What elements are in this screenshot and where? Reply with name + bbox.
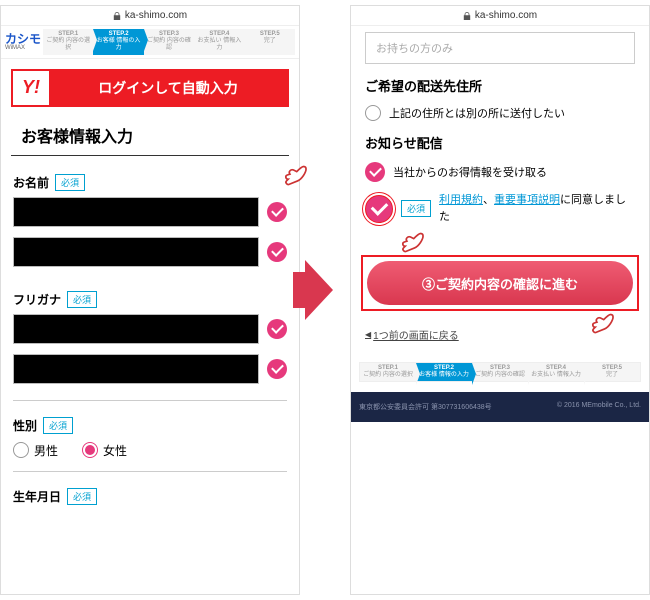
step-1: STEP.1ご契約 内容の選択: [360, 363, 416, 381]
check-icon: [267, 202, 287, 222]
step-5: STEP.5完了: [245, 29, 295, 55]
right-pane: ka-shimo.com お持ちの方のみ ご希望の配送先住所 上記の住所とは別の…: [350, 5, 650, 595]
footer-stepper: STEP.1ご契約 内容の選択 STEP.2お客様 情報の入力 STEP.3ご契…: [359, 362, 641, 382]
required-badge: 必須: [43, 417, 73, 434]
firstname-kana-input[interactable]: [13, 354, 259, 384]
arrow-icon: [305, 260, 333, 320]
brand-logo: カシモ WiMAX: [5, 33, 41, 51]
step-4: STEP.4お支払い 情報入力: [528, 363, 584, 381]
footer-license: 東京都公安委員会許可 第307731606438号: [359, 402, 492, 412]
check-icon: [267, 242, 287, 262]
gender-label: 性別必須: [13, 417, 287, 434]
left-pane: ka-shimo.com カシモ WiMAX STEP.1ご契約 内容の選択 S…: [0, 5, 300, 595]
dob-label: 生年月日必須: [13, 488, 287, 505]
divider: [13, 400, 287, 401]
yahoo-login-label: ログインして自動入力: [49, 71, 287, 105]
required-badge: 必須: [55, 174, 85, 191]
lastname-input[interactable]: [13, 197, 259, 227]
page-title: お客様情報入力: [11, 117, 289, 156]
footer-copyright: © 2016 MEmobile Co., Ltd.: [557, 402, 641, 412]
lock-icon: [113, 12, 121, 20]
check-icon: [267, 359, 287, 379]
pointer-hand-icon: [585, 306, 619, 340]
gender-male-radio[interactable]: 男性: [13, 442, 58, 459]
important-link[interactable]: 重要事項説明: [494, 194, 560, 206]
step-3: STEP.3ご契約 内容の確認: [472, 363, 528, 381]
required-badge: 必須: [67, 291, 97, 308]
furigana-label: フリガナ必須: [13, 291, 287, 308]
lock-icon: [463, 12, 471, 20]
url-bar: ka-shimo.com: [1, 6, 299, 26]
url-text: ka-shimo.com: [475, 10, 537, 21]
cta-wrapper: ③ご契約内容の確認に進む: [361, 255, 639, 311]
required-badge: 必須: [67, 488, 97, 505]
required-badge: 必須: [401, 200, 431, 217]
yahoo-login-button[interactable]: Y! ログインして自動入力: [11, 69, 289, 107]
radio-icon: [13, 442, 29, 458]
firstname-input[interactable]: [13, 237, 259, 267]
progress-stepper: STEP.1ご契約 内容の選択 STEP.2お客様 情報の入力 STEP.3ご契…: [43, 29, 295, 55]
url-text: ka-shimo.com: [125, 10, 187, 21]
radio-icon: [365, 105, 381, 121]
notice-title: お知らせ配信: [365, 133, 635, 152]
url-bar: ka-shimo.com: [351, 6, 649, 26]
step-1: STEP.1ご契約 内容の選択: [43, 29, 93, 55]
check-icon: [267, 319, 287, 339]
proceed-button[interactable]: ③ご契約内容の確認に進む: [367, 261, 633, 305]
pointer-hand-icon: [278, 158, 312, 192]
lastname-kana-input[interactable]: [13, 314, 259, 344]
gender-female-radio[interactable]: 女性: [82, 442, 127, 459]
step-3: STEP.3ご契約 内容の確認: [144, 29, 194, 55]
divider: [13, 471, 287, 472]
step-2: STEP.2お客様 情報の入力: [93, 29, 143, 55]
footer: 東京都公安委員会許可 第307731606438号 © 2016 MEmobil…: [351, 392, 649, 422]
ship-alt-radio[interactable]: 上記の住所とは別の所に送付したい: [365, 105, 635, 121]
step-5: STEP.5完了: [584, 363, 640, 381]
name-label: お名前必須: [13, 174, 287, 191]
check-icon: [365, 162, 385, 182]
yahoo-logo: Y!: [13, 71, 49, 105]
radio-selected-icon: [82, 442, 98, 458]
coupon-input[interactable]: お持ちの方のみ: [365, 32, 635, 64]
shipping-title: ご希望の配送先住所: [365, 76, 635, 95]
check-icon: [365, 195, 393, 223]
step-4: STEP.4お支払い 情報入力: [194, 29, 244, 55]
terms-agree[interactable]: 必須 利用規約、重要事項説明に同意しました: [365, 192, 635, 225]
header: カシモ WiMAX STEP.1ご契約 内容の選択 STEP.2お客様 情報の入…: [1, 26, 299, 59]
terms-link[interactable]: 利用規約: [439, 194, 483, 206]
pointer-hand-icon: [395, 225, 429, 259]
step-2: STEP.2お客様 情報の入力: [416, 363, 472, 381]
notice-checkbox[interactable]: 当社からのお得情報を受け取る: [365, 162, 635, 182]
